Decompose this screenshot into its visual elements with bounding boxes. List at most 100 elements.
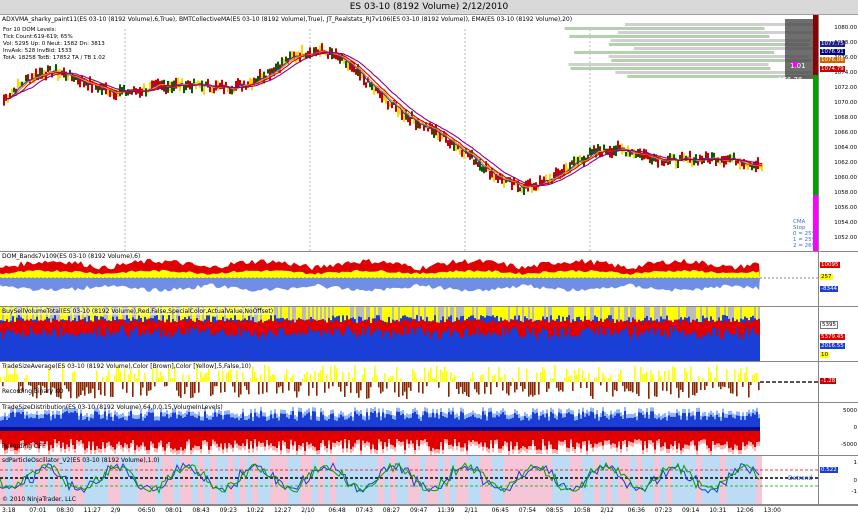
tsd-bar <box>56 443 58 448</box>
buysell-bar <box>542 319 544 328</box>
tsd-bar <box>646 412 648 429</box>
tsd-bar <box>264 431 266 447</box>
tsd-bar <box>292 431 294 446</box>
buysell-bar <box>430 322 432 339</box>
trade-size-bar <box>222 370 224 382</box>
tsd-bar <box>436 449 438 454</box>
price-panel[interactable]: ADXVMA_sharky_paint11(ES 03-10 (8192 Vol… <box>0 15 818 252</box>
tsd-bar <box>250 413 252 429</box>
dom-bands-chart[interactable] <box>0 252 818 306</box>
tsd-bar <box>672 427 674 431</box>
trade-size-bar <box>434 377 436 382</box>
tsd-bar <box>496 427 498 431</box>
tsd-bar <box>452 431 454 447</box>
trade-size-bar <box>432 378 434 382</box>
tsd-bar <box>692 440 694 445</box>
tsd-bar <box>430 450 432 455</box>
tsd-bar <box>488 427 490 431</box>
osc-panel[interactable]: sdParticleOscillator_V2(ES 03-10 (8192 V… <box>0 456 818 505</box>
tsd-bar <box>452 446 454 451</box>
tsd-bar <box>306 442 308 447</box>
buysell-bar <box>494 322 496 333</box>
tsd-panel[interactable]: TradeSizeDistribution(ES 03-10 (8192 Vol… <box>0 403 818 456</box>
trade-size-bar <box>536 372 538 382</box>
buysell-bar <box>398 307 400 322</box>
tsd-bar <box>262 431 264 443</box>
tsd-bar <box>66 431 68 445</box>
chart-window: ES 03-10 (8192 Volume) 2/12/2010 ADXVMA_… <box>0 0 858 528</box>
buysell-bar <box>748 307 750 321</box>
buysell-bar <box>314 307 316 320</box>
tsd-bar <box>658 427 660 431</box>
osc-background-band <box>432 456 438 504</box>
buysell-bar <box>8 322 10 330</box>
trade-size-bar <box>598 366 600 382</box>
tsd-bar <box>750 442 752 447</box>
buysell-bar <box>372 319 374 333</box>
tsd-bar <box>330 414 332 429</box>
buysell-chart[interactable] <box>0 307 818 361</box>
tsd-bar <box>374 427 376 431</box>
buysell-badge: 5395 <box>820 321 838 329</box>
tsd-bar <box>752 427 754 431</box>
trade-size-bar <box>284 374 286 382</box>
trade-size-bar <box>410 382 412 391</box>
tsd-bar <box>640 427 642 431</box>
buysell-bar <box>732 320 734 335</box>
tsd-bar <box>496 431 498 440</box>
trade-size-bar <box>574 370 576 382</box>
tsd-bar <box>298 411 300 429</box>
buysell-bar <box>642 307 644 321</box>
tsd-bar <box>140 431 142 446</box>
tsd-bar <box>232 447 234 452</box>
tsd-bar <box>226 448 228 453</box>
tsd-bar <box>42 427 44 431</box>
buysell-bar <box>658 321 660 329</box>
tsd-bar <box>490 440 492 445</box>
osc-background-band <box>630 456 636 504</box>
tsd-bar <box>550 431 552 445</box>
trade-size-bar <box>190 382 192 399</box>
buysell-bar <box>238 319 240 329</box>
tsd-bar <box>320 443 322 448</box>
tsd-bar <box>480 442 482 447</box>
tsd-bar <box>506 442 508 447</box>
tsd-bar <box>388 414 390 429</box>
buysell-bar <box>638 319 640 337</box>
tsd-bar <box>390 415 392 429</box>
tsd-bar <box>418 427 420 431</box>
tsd-bar <box>138 427 140 431</box>
tsd-bar <box>740 450 742 455</box>
tsd-bar <box>430 431 432 451</box>
dom-bands-title: DOM_Bands7v109(ES 03-10 (8192 Volume),6) <box>2 253 141 260</box>
tsd-bar <box>118 427 120 431</box>
trade-size-bar <box>184 382 186 395</box>
price-axis[interactable]: 1080.00 1078.00 1076.00 1074.00 1072.00 … <box>818 15 858 252</box>
price-chart[interactable] <box>0 15 818 251</box>
trade-size-bar <box>524 382 526 389</box>
buysell-bar <box>460 307 462 317</box>
buysell-bar <box>600 320 602 327</box>
time-tick-label: 08:01 <box>165 507 183 514</box>
osc-background-band <box>348 456 354 504</box>
price-bar <box>519 187 521 192</box>
trade-size-bar <box>644 373 646 382</box>
tsd-bar <box>278 431 280 442</box>
tsa-panel[interactable]: TradeSizeAverage(ES 03-10 (8192 Volume),… <box>0 362 818 403</box>
price-bar <box>19 81 21 87</box>
buysell-bar <box>154 322 156 329</box>
time-axis[interactable]: 3:18 07:01 08:30 11:27 2/9 06:50 08:01 08:43 09:… <box>0 505 858 528</box>
dom-bands-panel[interactable]: DOM_Bands7v109(ES 03-10 (8192 Volume),6) <box>0 252 818 307</box>
tsd-bar <box>632 431 634 443</box>
tsd-bar <box>542 439 544 444</box>
trade-size-bar <box>608 378 610 382</box>
trade-size-bar <box>2 382 4 387</box>
price-bar <box>87 82 89 91</box>
tsd-bar <box>592 447 594 452</box>
buysell-bar <box>44 319 46 332</box>
buysell-bar <box>108 322 110 332</box>
buysell-title: BuySellVolumeTotal(ES 03-10 (8192 Volume… <box>2 308 274 315</box>
buysell-panel[interactable]: BuySellVolumeTotal(ES 03-10 (8192 Volume… <box>0 307 818 362</box>
tsd-bar <box>432 431 434 448</box>
tsd-bar <box>604 427 606 431</box>
